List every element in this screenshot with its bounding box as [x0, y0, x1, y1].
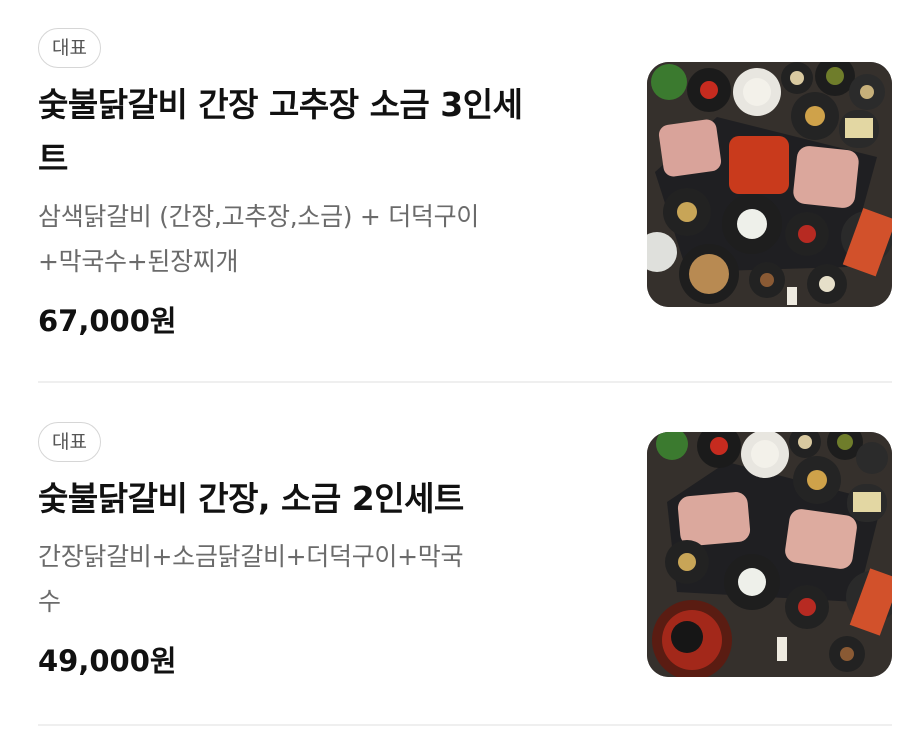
menu-item-title-line2: 트: [38, 139, 68, 178]
menu-item-text: 대표 숯불닭갈비 간장, 소금 2인세트 간장닭갈비+소금닭갈비+더덕구이+막국…: [38, 422, 598, 680]
menu-item-title: 숯불닭갈비 간장, 소금 2인세트: [38, 472, 598, 526]
food-photo-image: [647, 432, 892, 677]
menu-item-description: 간장닭갈비+소금닭갈비+더덕구이+막국 수: [38, 534, 598, 624]
menu-item-description: 삼색닭갈비 (간장,고추장,소금) + 더덕구이 +막국수+된장찌개: [38, 194, 598, 284]
signature-badge: 대표: [38, 28, 101, 68]
divider: [38, 381, 892, 383]
menu-item-description-line1: 삼색닭갈비 (간장,고추장,소금) + 더덕구이: [38, 202, 479, 231]
menu-item-description-line1: 간장닭갈비+소금닭갈비+더덕구이+막국: [38, 542, 464, 571]
menu-item[interactable]: 대표 숯불닭갈비 간장 고추장 소금 3인세 트 삼색닭갈비 (간장,고추장,소…: [38, 28, 892, 380]
menu-list: 대표 숯불닭갈비 간장 고추장 소금 3인세 트 삼색닭갈비 (간장,고추장,소…: [0, 0, 900, 738]
menu-item-title-line1: 숯불닭갈비 간장, 소금 2인세트: [38, 479, 464, 518]
menu-item-price: 49,000원: [38, 644, 177, 678]
signature-badge: 대표: [38, 422, 101, 462]
menu-item-text: 대표 숯불닭갈비 간장 고추장 소금 3인세 트 삼색닭갈비 (간장,고추장,소…: [38, 28, 598, 340]
menu-item-price: 67,000원: [38, 304, 177, 338]
menu-item-photo[interactable]: [647, 432, 892, 677]
menu-item-title-line1: 숯불닭갈비 간장 고추장 소금 3인세: [38, 85, 523, 124]
menu-item-description-line2: +막국수+된장찌개: [38, 247, 239, 276]
food-photo-image: [647, 62, 892, 307]
menu-item[interactable]: 대표 숯불닭갈비 간장, 소금 2인세트 간장닭갈비+소금닭갈비+더덕구이+막국…: [38, 422, 892, 722]
menu-item-title: 숯불닭갈비 간장 고추장 소금 3인세 트: [38, 78, 598, 186]
menu-item-description-line2: 수: [38, 587, 61, 616]
menu-item-photo[interactable]: [647, 62, 892, 307]
divider: [38, 724, 892, 726]
